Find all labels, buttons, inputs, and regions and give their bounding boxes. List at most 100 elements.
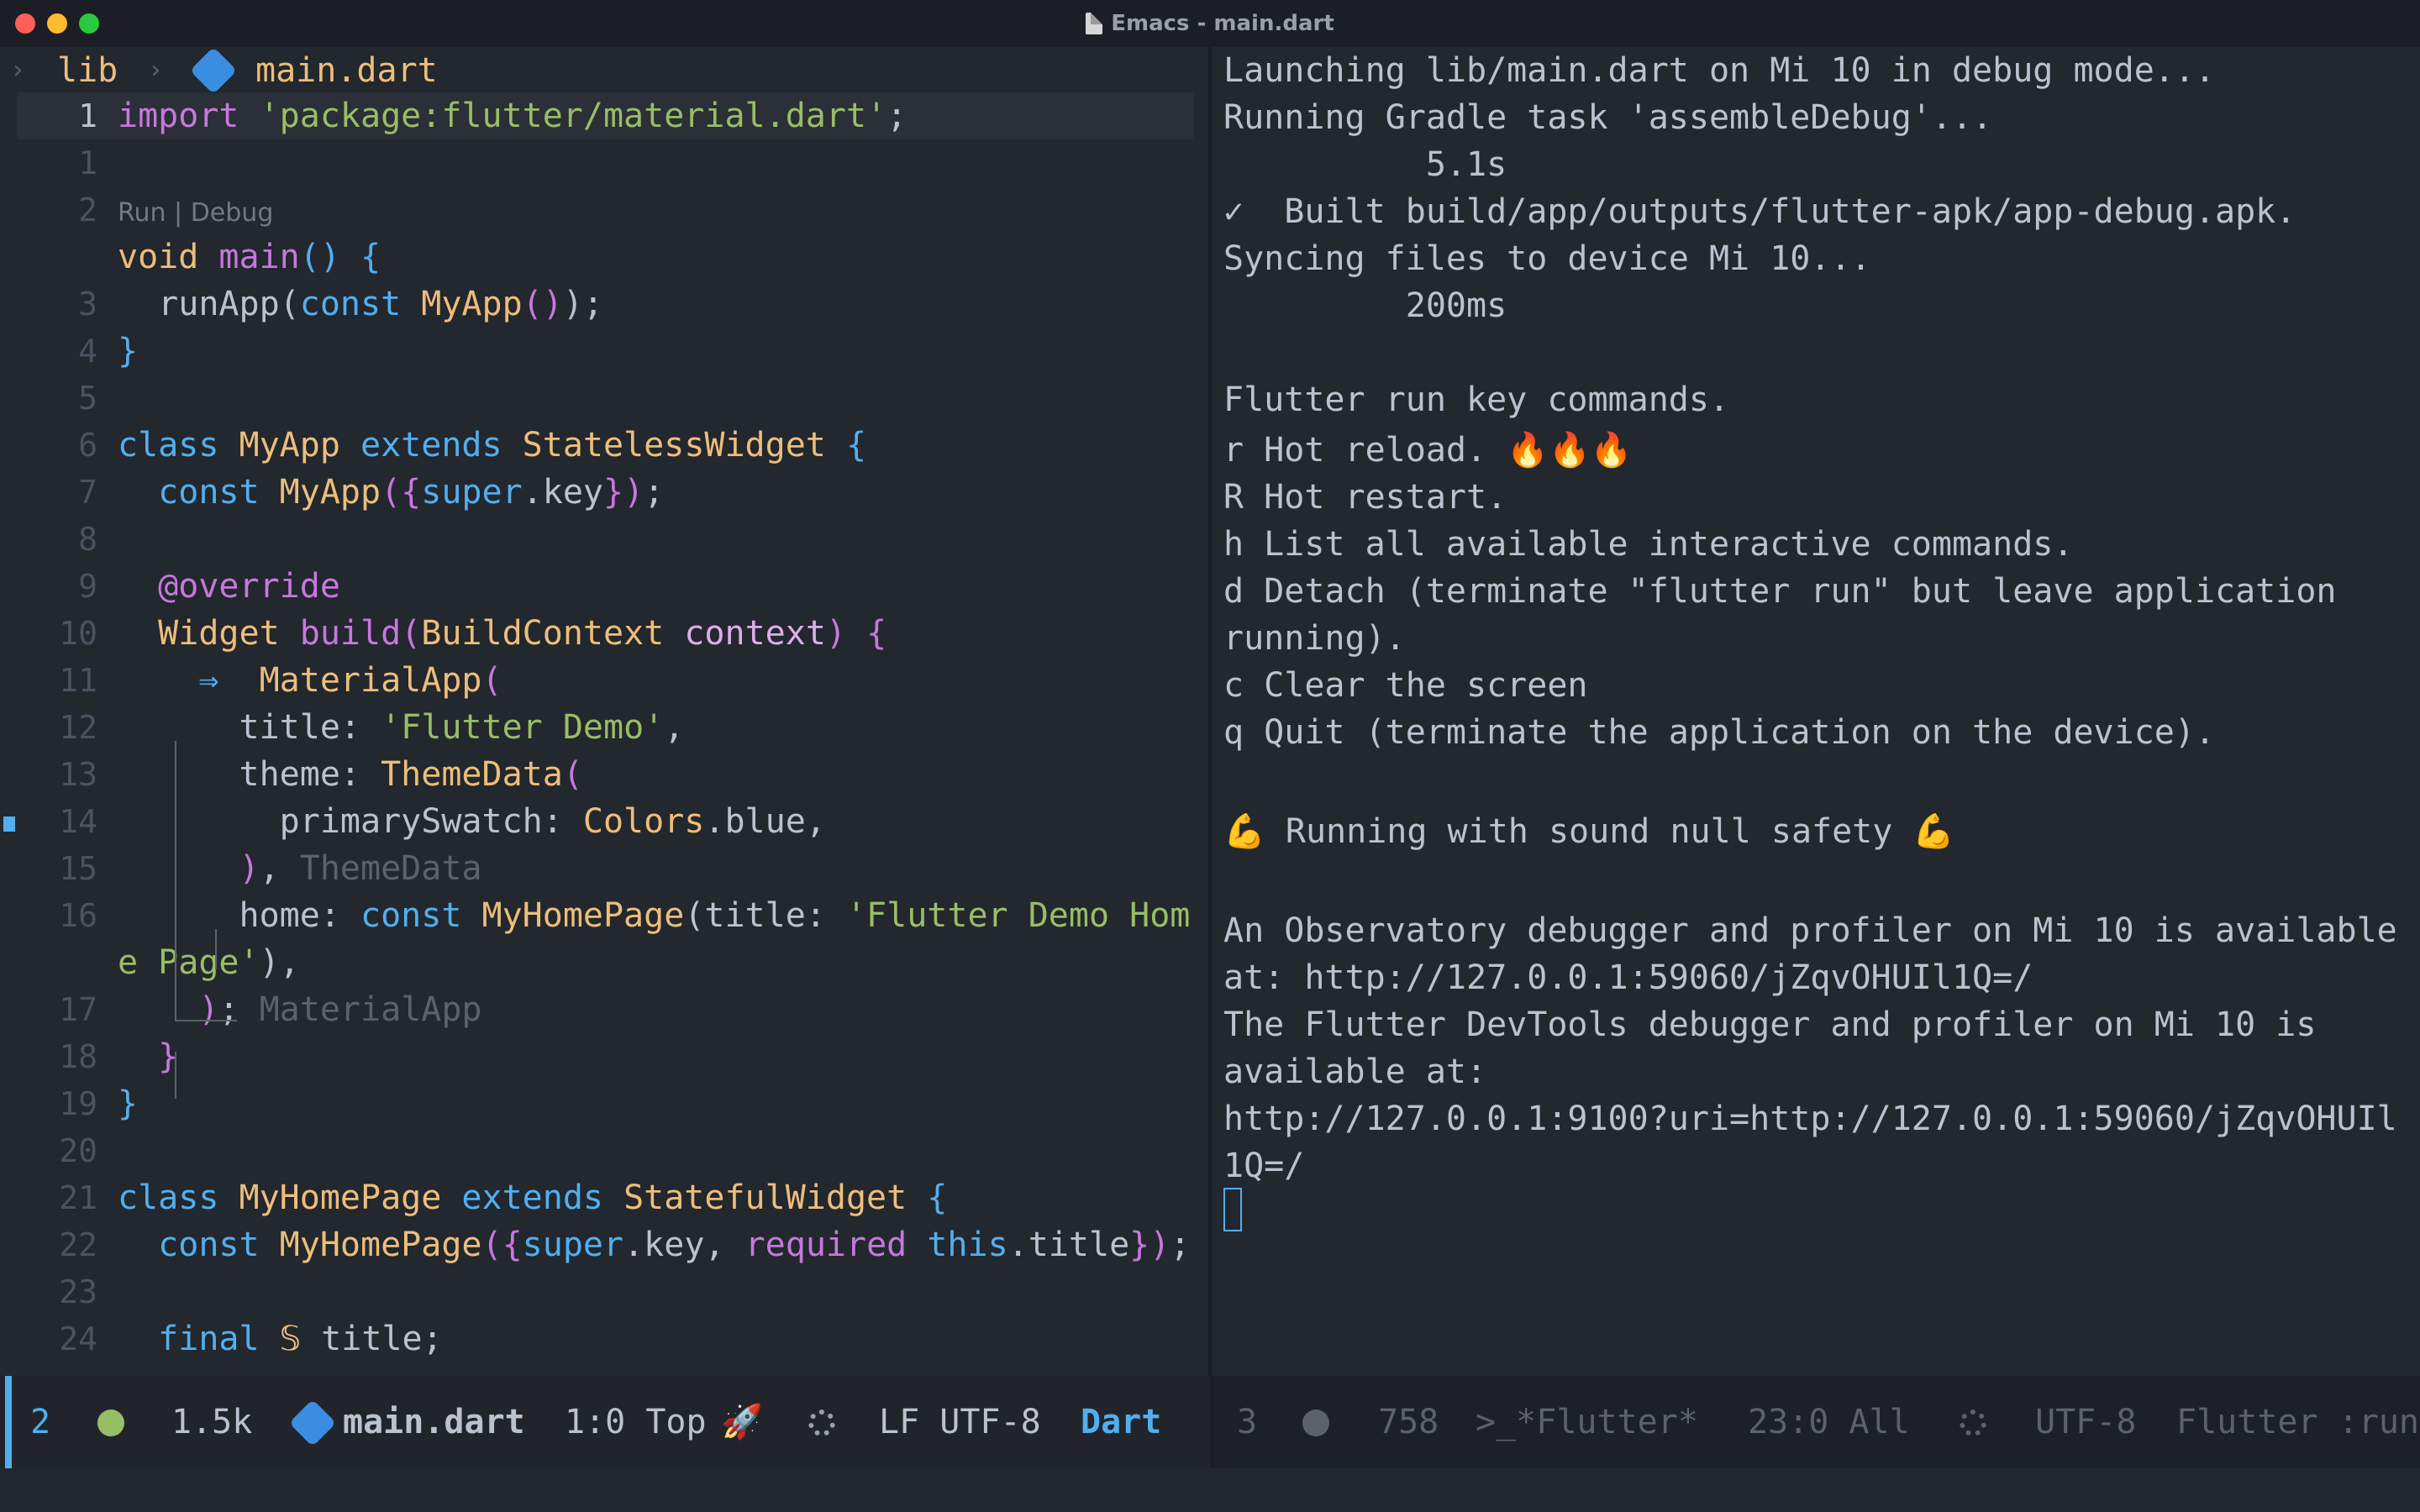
code-token: final xyxy=(158,1320,280,1358)
code-token: ThemeData xyxy=(299,849,482,888)
line-number: 13 xyxy=(59,756,97,793)
code-token: .blue, xyxy=(704,802,826,841)
code-token: ({ xyxy=(381,473,422,512)
code-token: title: xyxy=(118,708,381,747)
code-token: home: xyxy=(118,896,360,935)
code-token: primarySwatch: xyxy=(118,802,583,841)
breadcrumb-file[interactable]: main.dart xyxy=(255,47,438,94)
code-text: title: 'Flutter Demo', xyxy=(118,704,684,751)
major-mode[interactable]: Flutter :run xyxy=(2176,1399,2419,1446)
code-token: super xyxy=(421,473,523,512)
code-text: ), ThemeData xyxy=(118,845,482,892)
line-number: 8 xyxy=(78,521,97,558)
code-token: Widget xyxy=(158,614,300,653)
code-token: ( xyxy=(481,661,502,700)
line-number: 20 xyxy=(59,1132,97,1169)
breadcrumb-folder[interactable]: lib xyxy=(57,47,118,94)
line-number: 12 xyxy=(59,709,97,746)
cursor-position[interactable]: 23:0 All xyxy=(1748,1399,1910,1446)
line-number: 5 xyxy=(78,380,97,417)
cursor-position[interactable]: 1:0 Top xyxy=(565,1399,707,1446)
code-token: .key, xyxy=(623,1226,745,1264)
codelens-run-debug[interactable]: Run | Debug xyxy=(118,198,273,228)
code-token: ; xyxy=(218,990,260,1029)
code-token: ) xyxy=(198,990,219,1029)
gear-icon[interactable] xyxy=(1960,1410,1986,1436)
terminal-line: An Observatory debugger and profiler on … xyxy=(1223,911,2397,950)
line-number: 2 xyxy=(78,192,97,228)
terminal-line: 1Q=/ xyxy=(1223,1147,1305,1185)
buffer-name[interactable]: >_*Flutter* xyxy=(1476,1399,1698,1446)
line-number: 4 xyxy=(78,333,97,370)
code-token: theme: xyxy=(118,755,381,794)
line-number: 19 xyxy=(59,1085,97,1122)
code-token: required xyxy=(744,1226,928,1264)
terminal-pane[interactable]: Launching lib/main.dart on Mi 10 in debu… xyxy=(1212,47,2420,1376)
code-token: ); xyxy=(562,285,604,323)
code-token: ; xyxy=(644,473,665,512)
code-token: () xyxy=(522,285,563,323)
code-token: const xyxy=(158,1226,280,1264)
code-token: class xyxy=(118,1179,239,1217)
code-text: class MyHomePage extends StatefulWidget … xyxy=(118,1174,947,1221)
code-text: e Page'), xyxy=(118,939,300,986)
code-text: primarySwatch: Colors.blue, xyxy=(118,798,826,845)
code-token: } xyxy=(118,332,139,370)
window-title-wrap: Emacs - main.dart xyxy=(0,0,2420,47)
terminal-line: 💪 Running with sound null safety 💪 xyxy=(1223,812,1955,851)
code-token: MyHomePage xyxy=(279,1226,482,1264)
major-mode[interactable]: Dart xyxy=(1081,1399,1161,1446)
buffer-state-dot-icon xyxy=(97,1410,124,1436)
line-number: 14 xyxy=(59,803,97,840)
minibuffer[interactable] xyxy=(0,1468,2420,1512)
code-text: } xyxy=(118,1080,138,1127)
code-text: void main() { xyxy=(118,234,381,281)
code-token: ; xyxy=(1170,1226,1191,1264)
code-text: runApp(const MyApp()); xyxy=(118,281,603,328)
encoding[interactable]: UTF-8 xyxy=(2035,1399,2136,1446)
line-number: 18 xyxy=(59,1038,97,1075)
code-token: main xyxy=(218,238,300,276)
terminal-line: r Hot reload. 🔥🔥🔥 xyxy=(1223,431,1633,470)
gear-icon[interactable] xyxy=(808,1410,835,1436)
code-token: StatefulWidget xyxy=(623,1179,928,1217)
terminal-line: Flutter run key commands. xyxy=(1223,381,1730,419)
terminal-line: ✓ Built build/app/outputs/flutter-apk/ap… xyxy=(1223,192,2296,231)
window-number[interactable]: 2 xyxy=(30,1399,50,1446)
terminal-line: q Quit (terminate the application on the… xyxy=(1223,713,2216,752)
code-token: const xyxy=(299,285,422,323)
terminal-line: at: http://127.0.0.1:59060/jZqvOHUIl1Q=/ xyxy=(1223,958,2033,997)
terminal-line: R Hot restart. xyxy=(1223,478,1507,517)
line-number: 1 xyxy=(78,97,97,134)
indent-guide xyxy=(175,1052,176,1099)
editor-pane[interactable]: › lib › main.dart 1 import 'package:flutt… xyxy=(0,47,1208,1376)
code-token: .key xyxy=(522,473,604,512)
buffer-name[interactable]: main.dart xyxy=(343,1399,525,1446)
code-token: runApp( xyxy=(118,285,300,323)
code-text: const MyApp({super.key}); xyxy=(118,469,664,516)
mode-line-left: 2 1.5k main.dart 1:0 Top 🚀 LF UTF-8 Dart xyxy=(0,1376,1210,1468)
terminal-line: h List all available interactive command… xyxy=(1223,525,2074,564)
code-token: MaterialApp xyxy=(259,990,482,1029)
code-token: ) xyxy=(239,849,260,888)
code-token: extends xyxy=(461,1179,624,1217)
encoding[interactable]: LF UTF-8 xyxy=(879,1399,1041,1446)
code-token: title; xyxy=(321,1320,443,1358)
code-token: build xyxy=(299,614,402,653)
fold-chevron-icon[interactable]: › xyxy=(10,47,25,94)
code-token: ( xyxy=(562,755,583,794)
terminal-line: The Flutter DevTools debugger and profil… xyxy=(1223,1005,2317,1044)
terminal-line: available at: xyxy=(1223,1053,1487,1091)
code-text: Run | Debug xyxy=(118,186,273,237)
line-number: 24 xyxy=(59,1320,97,1357)
terminal-line: Launching lib/main.dart on Mi 10 in debu… xyxy=(1223,51,2216,90)
code-token: ), xyxy=(259,943,300,982)
code-token: 'package:flutter/material.dart' xyxy=(259,97,887,135)
window-number[interactable]: 3 xyxy=(1237,1399,1257,1446)
code-token: e Page' xyxy=(118,943,260,982)
code-text: theme: ThemeData( xyxy=(118,751,583,798)
